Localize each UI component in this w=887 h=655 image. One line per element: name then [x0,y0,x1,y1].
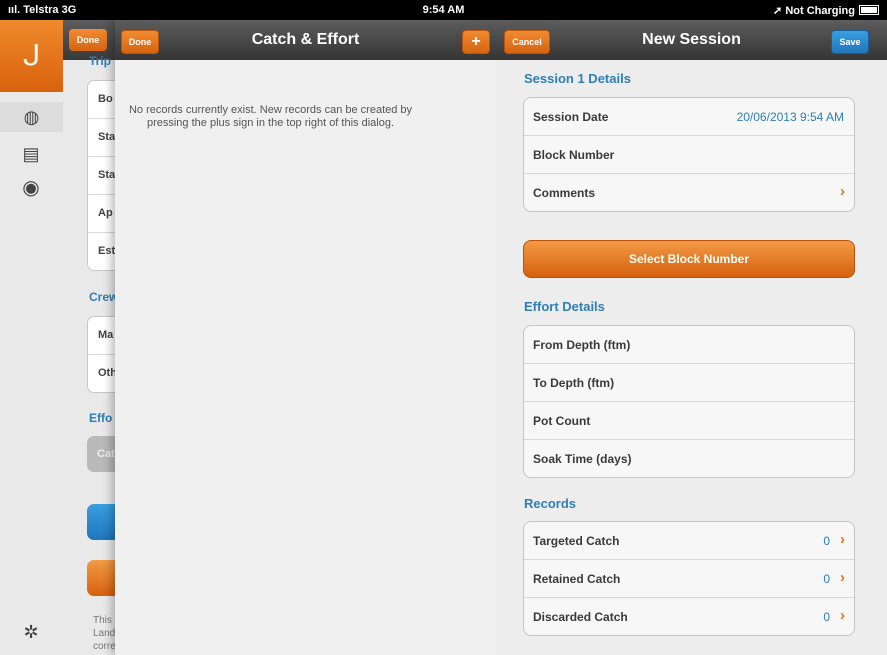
new-session-title: New Session [642,31,741,48]
effort-details-heading: Effort Details [524,299,605,314]
row-label: Session Date [533,110,609,124]
new-session-navbar: Cancel New Session Save [496,20,887,60]
catch-effort-navbar: Done Catch & Effort + [115,20,496,60]
comments-row[interactable]: Comments › [524,174,854,211]
records-heading: Records [524,496,577,511]
effort-details-group: From Depth (ftm) To Depth (ftm) Pot Coun… [523,325,855,478]
record-count: 0 [823,534,830,548]
row-label: Block Number [533,148,615,162]
block-number-row[interactable]: Block Number [524,136,854,174]
record-count: 0 [823,572,830,586]
row-label: Retained Catch [533,572,621,586]
chevron-right-icon: › [840,183,845,200]
discarded-catch-row[interactable]: Discarded Catch 0 › [524,598,854,635]
settings-gear-icon[interactable]: ✲ [21,622,41,642]
trip-section-label: Trip [89,54,112,68]
row-label: Discarded Catch [533,610,628,624]
chevron-right-icon: › [840,607,845,624]
status-bar: ııl. Telstra 3G 9:54 AM ➚ Not Charging [0,0,887,20]
soak-time-row[interactable]: Soak Time (days) [524,440,854,477]
chevron-right-icon: › [840,569,845,586]
add-record-button[interactable]: + [462,30,490,54]
chevron-right-icon: › [840,531,845,548]
from-depth-row[interactable]: From Depth (ftm) [524,326,854,364]
row-label: To Depth (ftm) [533,376,615,390]
pot-count-row[interactable]: Pot Count [524,402,854,440]
effort-section-label: Effo [89,411,113,425]
document-icon[interactable]: ▤ [21,144,41,164]
row-label: Targeted Catch [533,534,620,548]
new-session-panel: Cancel New Session Save Session 1 Detail… [496,20,887,655]
to-depth-row[interactable]: To Depth (ftm) [524,364,854,402]
records-group: Targeted Catch 0 › Retained Catch 0 › Di… [523,521,855,636]
targeted-catch-row[interactable]: Targeted Catch 0 › [524,522,854,560]
underlying-footer-text: This Land corre [93,615,116,652]
row-label: Comments [533,186,596,200]
left-nav-rail: ᒍ ◍ ▤ ◉ ✲ [0,20,64,655]
session-details-group: Session Date 20/06/2013 9:54 AM Block Nu… [523,97,855,212]
row-label: Pot Count [533,414,591,428]
row-label: From Depth (ftm) [533,338,631,352]
empty-records-message: No records currently exist. New records … [128,104,413,129]
crew-section-label: Crew [89,290,119,304]
battery-icon [859,5,879,15]
lifebuoy-icon[interactable]: ◉ [21,178,41,198]
catch-effort-panel: Done Catch & Effort + No records current… [115,20,496,655]
session-date-row[interactable]: Session Date 20/06/2013 9:54 AM [524,98,854,136]
clock: 9:54 AM [422,4,465,16]
session-details-heading: Session 1 Details [524,71,631,86]
select-block-number-button[interactable]: Select Block Number [523,240,855,278]
charging-status: ➚ Not Charging [773,4,879,17]
retained-catch-row[interactable]: Retained Catch 0 › [524,560,854,598]
session-date-value: 20/06/2013 9:54 AM [736,110,844,124]
globe-icon[interactable]: ◍ [0,102,63,132]
catch-effort-title: Catch & Effort [251,31,360,48]
save-button[interactable]: Save [831,30,869,54]
app-logo-hook-icon[interactable]: ᒍ [0,20,63,92]
underlying-form-panel: Done Trip Bo Sta Sta Ap Est Crew Ma Oth … [63,20,123,655]
record-count: 0 [823,610,830,624]
row-label: Soak Time (days) [533,452,632,466]
underlying-done-button[interactable]: Done [69,29,107,51]
